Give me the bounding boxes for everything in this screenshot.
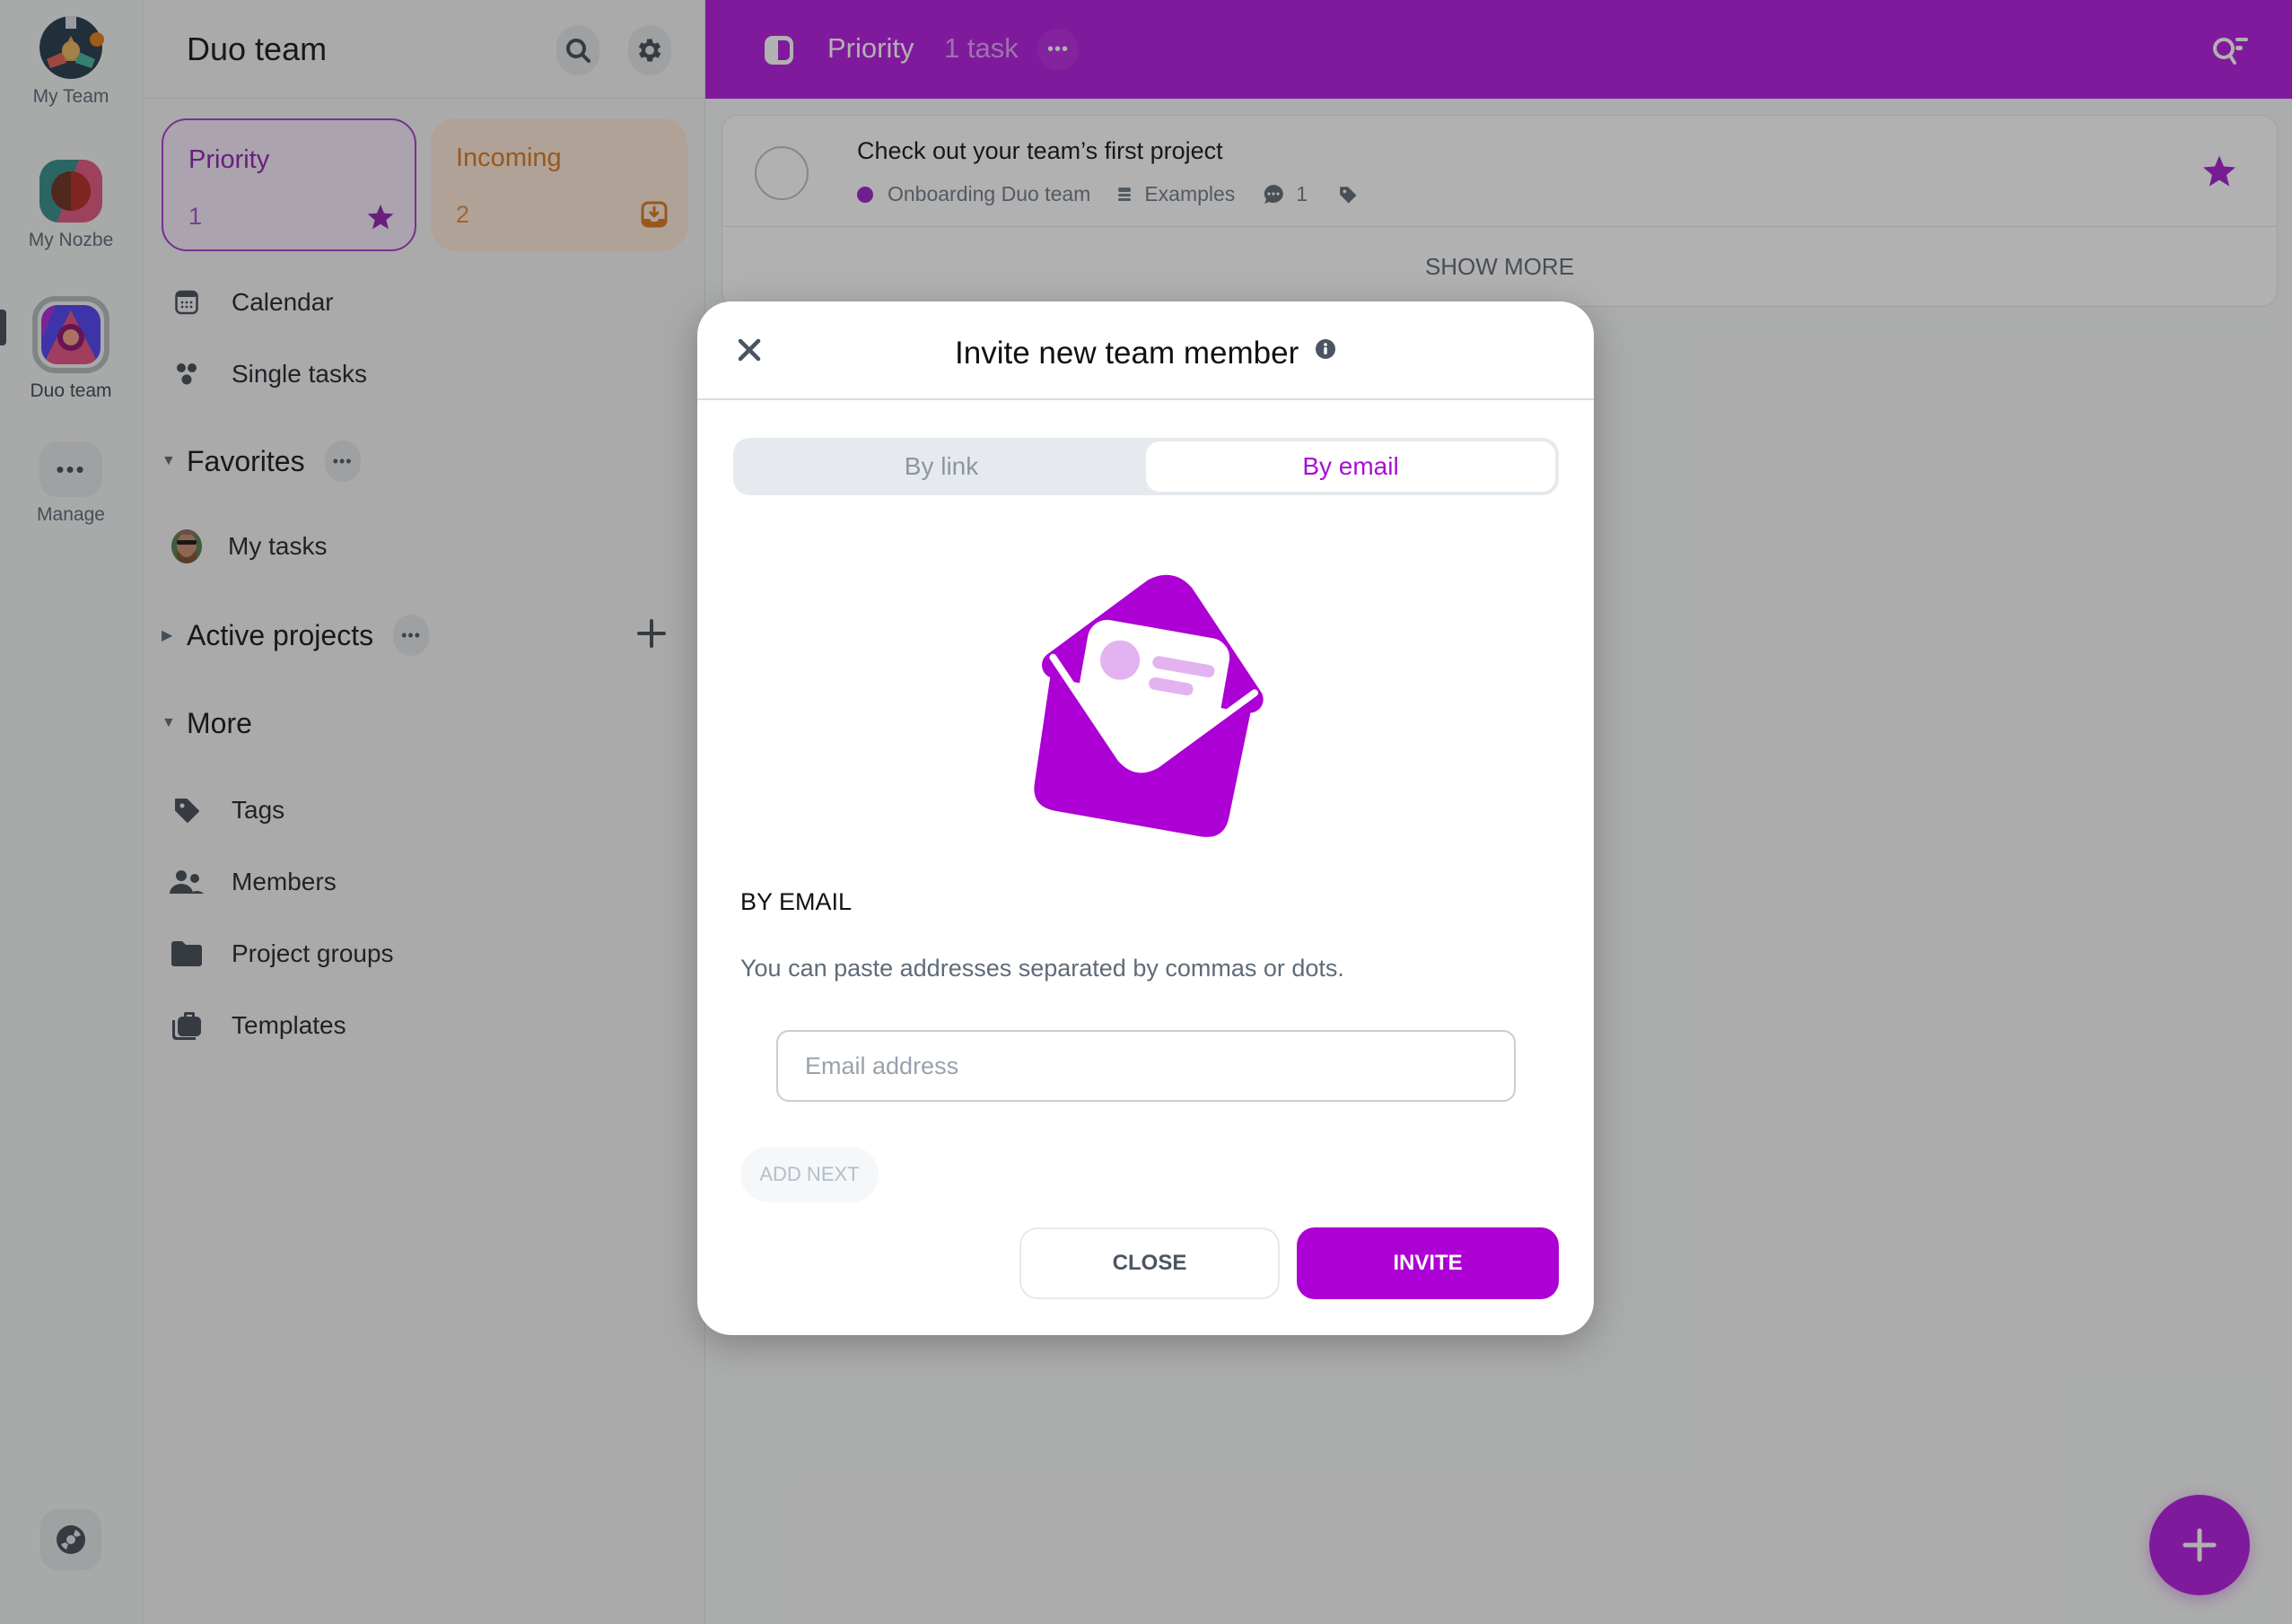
invite-method-tabs: By link By email <box>733 438 1559 495</box>
dialog-title-text: Invite new team member <box>955 336 1299 371</box>
dialog-header: Invite new team member <box>697 301 1594 400</box>
help-text: You can paste addresses separated by com… <box>740 955 1344 982</box>
section-heading: BY EMAIL <box>740 888 853 915</box>
invite-button[interactable]: INVITE <box>1297 1227 1559 1299</box>
close-button[interactable]: CLOSE <box>1019 1227 1280 1299</box>
invite-member-dialog: Invite new team member By link By email … <box>697 301 1594 1335</box>
envelope-illustration <box>987 556 1310 852</box>
email-address-input[interactable] <box>776 1030 1516 1102</box>
dialog-title: Invite new team member <box>697 332 1594 371</box>
add-next-button[interactable]: ADD NEXT <box>740 1147 879 1202</box>
info-icon[interactable] <box>1315 332 1336 368</box>
tab-by-link[interactable]: By link <box>737 441 1146 492</box>
tab-by-email[interactable]: By email <box>1146 441 1555 492</box>
